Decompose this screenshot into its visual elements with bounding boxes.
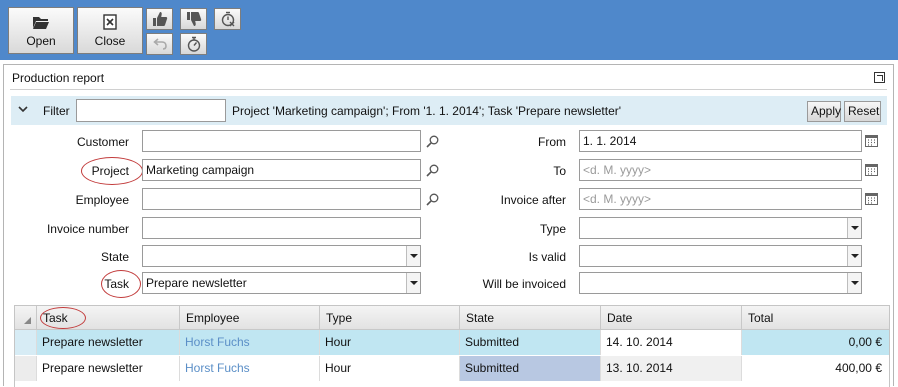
undo-button[interactable] — [146, 33, 173, 55]
reject-button[interactable] — [180, 8, 207, 30]
filter-bar: Filter Project 'Marketing campaign'; Fro… — [11, 96, 887, 125]
calendar-icon[interactable] — [865, 163, 878, 176]
chevron-down-icon[interactable] — [18, 105, 28, 116]
results-grid: Task Employee Type State Date Total Prep… — [14, 305, 890, 387]
thumbs-up-icon — [152, 12, 167, 26]
calendar-icon[interactable] — [865, 192, 878, 205]
cell-task: Prepare newsletter — [37, 330, 180, 355]
cell-type: Hour — [320, 330, 460, 355]
cell-total: 400,00 € — [742, 356, 889, 381]
column-header-total[interactable]: Total — [742, 306, 889, 330]
reset-button[interactable]: Reset — [844, 101, 881, 122]
close-button[interactable]: Close — [77, 7, 143, 54]
approve-button[interactable] — [146, 8, 173, 30]
stopwatch-button[interactable] — [180, 33, 207, 55]
cell-state: Submitted — [460, 330, 601, 355]
cell-total: 0,00 € — [742, 330, 889, 355]
close-button-label: Close — [94, 34, 126, 48]
chevron-down-icon[interactable] — [406, 246, 420, 266]
cancel-timer-button[interactable] — [214, 8, 241, 30]
cell-employee-link[interactable]: Horst Fuchs — [180, 356, 320, 381]
folder-open-icon — [33, 17, 49, 29]
chevron-down-icon[interactable] — [847, 273, 861, 293]
employee-label: Employee — [75, 193, 129, 207]
column-header-state[interactable]: State — [460, 306, 601, 330]
customer-label: Customer — [76, 135, 129, 149]
chevron-down-icon[interactable] — [847, 246, 861, 266]
select-all-corner[interactable] — [15, 306, 37, 330]
invoice-number-field[interactable] — [142, 217, 421, 239]
column-header-type[interactable]: Type — [320, 306, 460, 330]
timer-cancel-icon — [221, 11, 234, 27]
panel-title: Production report — [12, 71, 105, 85]
panel-divider — [10, 89, 887, 90]
task-select-value: Prepare newsletter — [146, 276, 247, 290]
task-annotation-ellipse — [101, 270, 141, 298]
chevron-down-icon[interactable] — [847, 218, 861, 238]
cell-type: Hour — [320, 356, 460, 381]
employee-search-icon[interactable] — [426, 193, 439, 206]
state-select[interactable] — [142, 245, 421, 267]
to-label: To — [553, 164, 566, 178]
cell-state: Submitted — [460, 356, 601, 381]
customer-field[interactable] — [142, 130, 421, 152]
to-date-field[interactable]: <d. M. yyyy> — [579, 159, 862, 181]
project-field[interactable]: Marketing campaign — [142, 159, 421, 181]
customer-search-icon[interactable] — [426, 135, 439, 148]
close-document-icon — [103, 14, 117, 30]
task-select[interactable]: Prepare newsletter — [142, 272, 421, 294]
will-be-invoiced-select[interactable] — [579, 272, 862, 294]
filter-summary: Project 'Marketing campaign'; From '1. 1… — [232, 104, 622, 118]
invoice-after-label: Invoice after — [500, 193, 566, 207]
will-be-invoiced-label: Will be invoiced — [482, 277, 566, 291]
type-label: Type — [539, 222, 566, 236]
undo-icon — [152, 38, 167, 50]
production-report-panel: Production report Filter Project 'Market… — [3, 64, 894, 387]
is-valid-label: Is valid — [528, 250, 566, 264]
filter-quick-input[interactable] — [76, 99, 226, 122]
row-selector[interactable] — [15, 356, 37, 381]
project-search-icon[interactable] — [426, 164, 439, 177]
from-label: From — [538, 135, 566, 149]
thumbs-down-icon — [186, 12, 201, 26]
cell-employee-link[interactable]: Horst Fuchs — [180, 330, 320, 355]
column-header-date[interactable]: Date — [601, 306, 742, 330]
project-annotation-ellipse — [81, 157, 143, 185]
apply-button[interactable]: Apply — [807, 101, 841, 122]
open-button-label: Open — [26, 34, 56, 48]
calendar-icon[interactable] — [865, 134, 878, 147]
cell-date: 13. 10. 2014 — [601, 356, 742, 381]
type-select[interactable] — [579, 217, 862, 239]
invoice-after-field[interactable]: <d. M. yyyy> — [579, 188, 862, 210]
state-label: State — [100, 250, 129, 264]
is-valid-select[interactable] — [579, 245, 862, 267]
task-column-annotation-ellipse — [40, 307, 86, 329]
from-date-field[interactable]: 1. 1. 2014 — [579, 130, 862, 152]
toolbar: Open Close — [0, 0, 898, 60]
filter-label: Filter — [43, 104, 70, 118]
cell-task: Prepare newsletter — [37, 356, 180, 381]
stopwatch-icon — [187, 36, 200, 52]
maximize-icon[interactable] — [874, 72, 885, 83]
row-selector[interactable] — [15, 330, 37, 355]
column-header-employee[interactable]: Employee — [180, 306, 320, 330]
employee-field[interactable] — [142, 188, 421, 210]
cell-date: 14. 10. 2014 — [601, 330, 742, 355]
open-button[interactable]: Open — [8, 7, 74, 54]
invoice-number-label: Invoice number — [46, 222, 129, 236]
chevron-down-icon[interactable] — [406, 273, 420, 293]
